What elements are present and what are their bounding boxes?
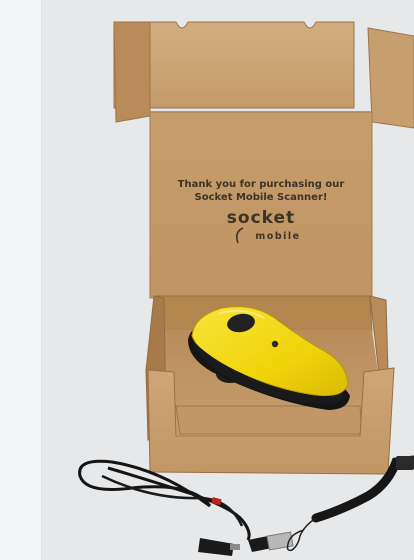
photo-scene: Thank you for purchasing our Socket Mobi… (78, 21, 414, 556)
product-photo: Thank you for purchasing our Socket Mobi… (42, 0, 414, 560)
lid-message-line-1: Thank you for purchasing our (178, 179, 345, 190)
micro-usb-plug-icon (230, 544, 240, 550)
led-indicator-icon (271, 340, 279, 348)
lid-message-line-2: Socket Mobile Scanner! (195, 192, 328, 203)
box-lid (113, 21, 414, 299)
usb-cable (78, 459, 294, 556)
brand-tagline: mobile (255, 231, 300, 242)
brand-wordmark: socket (227, 208, 295, 228)
left-margin-panel (0, 0, 42, 560)
